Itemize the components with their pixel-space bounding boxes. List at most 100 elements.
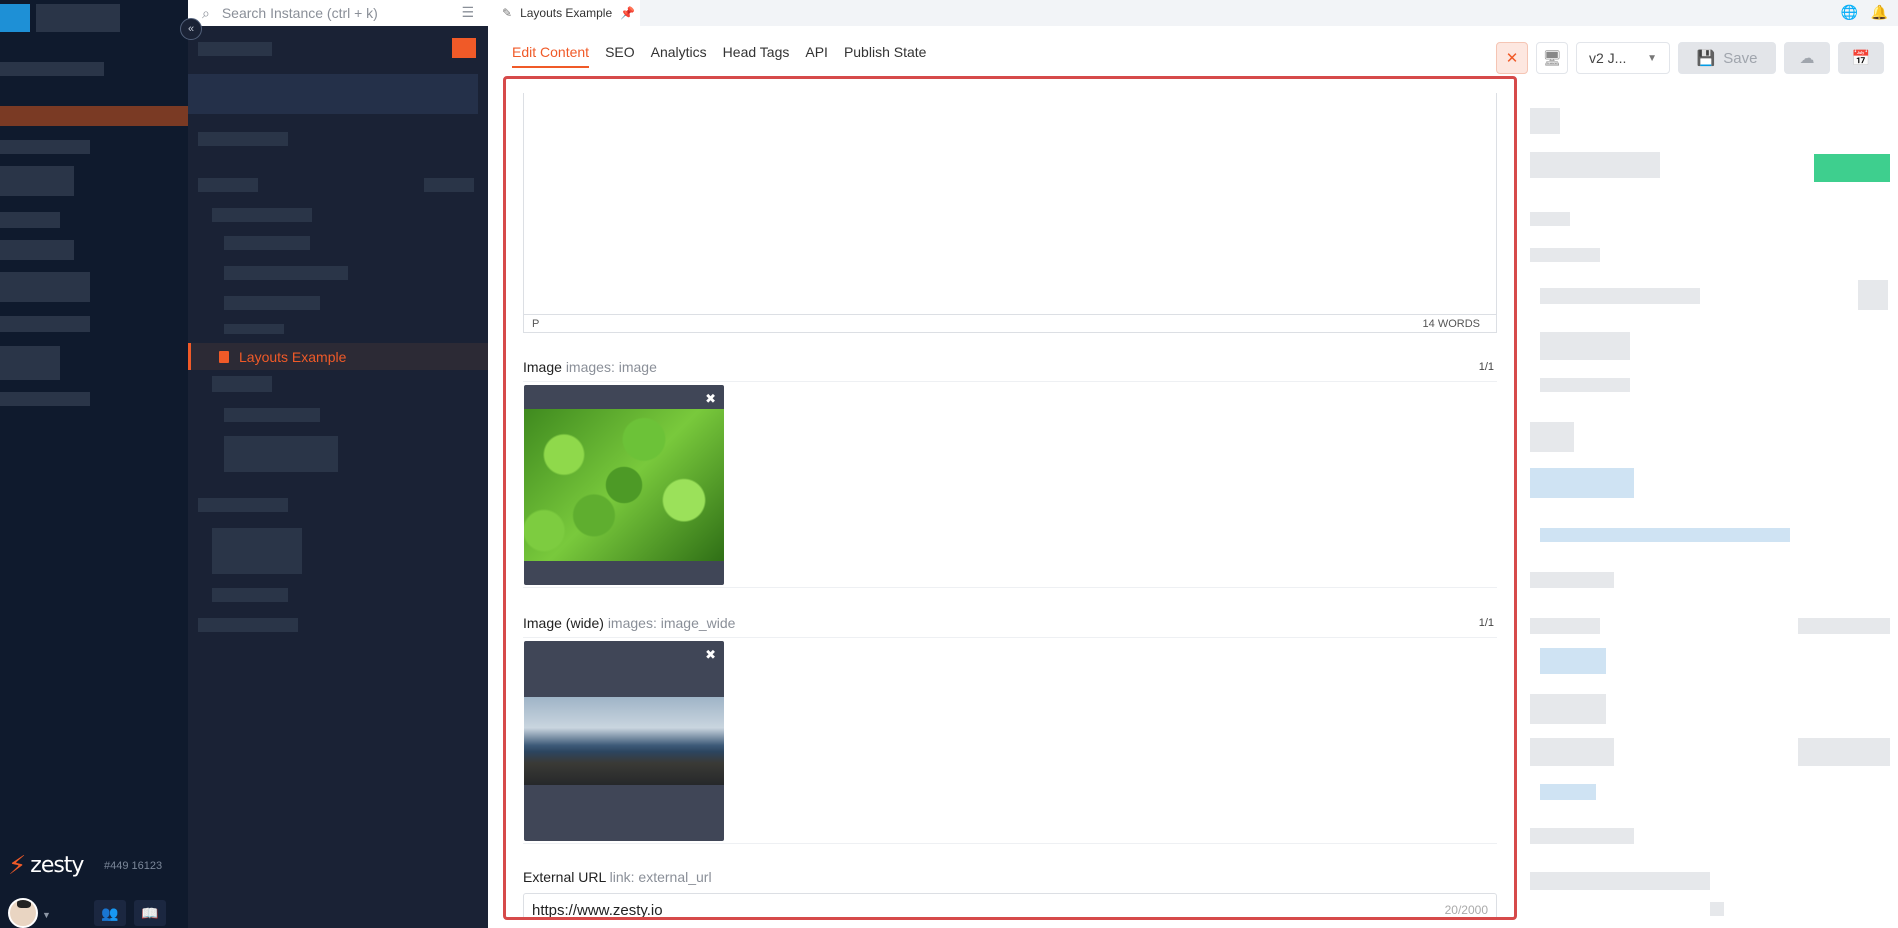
field-title: Image (wide) <box>523 615 604 631</box>
url-value: https://www.zesty.io <box>532 901 663 919</box>
blurred-tree-item[interactable] <box>212 588 288 602</box>
remove-image-button[interactable]: ✖ <box>705 647 716 663</box>
blurred-tree-item[interactable] <box>198 132 288 146</box>
close-button[interactable]: ✕ <box>1496 42 1528 74</box>
blurred-panel-item <box>1858 280 1888 310</box>
blurred-tree-item[interactable] <box>224 324 284 334</box>
blurred-nav-item[interactable] <box>0 316 90 332</box>
blurred-panel-link[interactable] <box>1540 648 1606 674</box>
blurred-tree-item[interactable] <box>224 296 320 310</box>
image-thumbnail[interactable]: ✖ <box>524 385 724 585</box>
rich-text-editor[interactable]: P 14 WORDS <box>523 93 1497 333</box>
blurred-tree-item[interactable] <box>224 266 348 280</box>
blurred-tree-item[interactable] <box>224 236 310 250</box>
collapse-sidebar-button[interactable]: « <box>180 18 202 40</box>
blurred-nav-item[interactable] <box>0 272 90 302</box>
blurred-nav-item[interactable] <box>0 4 30 32</box>
filter-icon[interactable]: ☰ <box>461 4 474 21</box>
chevrons-left-icon: « <box>187 23 195 35</box>
tab-seo[interactable]: SEO <box>605 44 635 68</box>
rte-element-path[interactable]: P <box>532 318 539 330</box>
image-wide-field-label: Image (wide) images: image_wide <box>523 615 735 631</box>
blurred-tree-item[interactable] <box>188 74 478 114</box>
external-url-field-label: External URL link: external_url <box>523 869 712 885</box>
blurred-tree-item[interactable] <box>198 178 258 192</box>
search-icon: ⌕ <box>202 4 210 21</box>
tab-api[interactable]: API <box>805 44 828 68</box>
blurred-nav-item[interactable] <box>0 166 74 196</box>
blurred-panel-link[interactable] <box>1540 784 1596 800</box>
blurred-panel-item <box>1530 212 1570 226</box>
blurred-panel-item <box>1530 108 1560 134</box>
image-field-label: Image images: image <box>523 359 657 375</box>
blurred-panel-item <box>1530 422 1574 452</box>
rte-status-bar: P 14 WORDS <box>524 314 1496 332</box>
invite-user-button[interactable]: 👥 <box>94 900 126 926</box>
external-url-input[interactable]: https://www.zesty.io 20/2000 <box>523 893 1497 919</box>
blurred-panel-link[interactable] <box>1540 528 1790 542</box>
blurred-panel-item <box>1798 738 1890 766</box>
search-bar[interactable]: ⌕ Search Instance (ctrl + k) ☰ <box>188 0 488 26</box>
blurred-panel-item <box>1710 902 1724 916</box>
blurred-nav-item[interactable] <box>0 106 188 126</box>
blurred-panel-item <box>1798 618 1890 634</box>
avatar[interactable] <box>8 898 38 928</box>
blurred-tree-item[interactable] <box>198 498 288 512</box>
tree-item-layouts-example[interactable]: Layouts Example <box>188 343 488 370</box>
blurred-tree-item[interactable] <box>224 436 338 472</box>
blurred-tree-item[interactable] <box>224 408 320 422</box>
globe-icon[interactable]: 🌐 <box>1841 4 1858 21</box>
remove-image-button[interactable]: ✖ <box>705 391 716 407</box>
blurred-panel-item <box>1530 152 1660 178</box>
blurred-panel-item <box>1530 618 1600 634</box>
zesty-logo[interactable]: ⚡ zesty <box>8 852 84 878</box>
field-reference: link: external_url <box>609 869 712 885</box>
blurred-panel-item <box>1530 694 1606 724</box>
bell-icon[interactable]: 🔔 <box>1871 4 1888 21</box>
blurred-tree-item[interactable] <box>198 42 272 56</box>
content-subnav: Edit Content SEO Analytics Head Tags API… <box>512 44 926 68</box>
zesty-wordmark: zesty <box>30 852 84 878</box>
blurred-tree-item[interactable] <box>424 178 474 192</box>
tab-analytics[interactable]: Analytics <box>651 44 707 68</box>
blurred-nav-item[interactable] <box>0 346 60 380</box>
tree-badge[interactable] <box>452 38 476 58</box>
blurred-nav-item[interactable] <box>0 212 60 228</box>
preview-button[interactable]: 🖥 <box>1536 42 1568 74</box>
blurred-tree-item[interactable] <box>198 618 298 632</box>
content-tree: ⌕ Search Instance (ctrl + k) ☰ <box>188 0 488 928</box>
blurred-panel-item <box>1530 738 1614 766</box>
content-editor: P 14 WORDS Image images: image 1/1 ✖ Ima… <box>503 76 1517 920</box>
blurred-tree-item[interactable] <box>212 208 312 222</box>
tab-publish-state[interactable]: Publish State <box>844 44 927 68</box>
save-button[interactable]: 💾 Save <box>1678 42 1776 74</box>
blurred-panel-item <box>1530 872 1710 890</box>
file-icon <box>219 350 229 363</box>
blurred-nav-item[interactable] <box>0 62 104 76</box>
docs-button[interactable]: 📖 <box>134 900 166 926</box>
blurred-tree-item[interactable] <box>212 528 302 574</box>
item-details-panel <box>1520 76 1898 928</box>
tab-label: Layouts Example <box>520 6 613 20</box>
blurred-nav-item[interactable] <box>0 140 90 154</box>
search-input[interactable]: Search Instance (ctrl + k) <box>222 5 378 21</box>
close-icon: ✕ <box>1505 50 1519 67</box>
version-select[interactable]: v2 J... ▼ <box>1576 42 1670 74</box>
tab-head-tags[interactable]: Head Tags <box>723 44 790 68</box>
char-count: 20/2000 <box>1444 903 1488 917</box>
add-user-icon: 👥 <box>101 904 119 921</box>
tab-layouts-example[interactable]: ✎ Layouts Example 📌 <box>488 0 640 26</box>
blurred-tree-item[interactable] <box>212 376 272 392</box>
version-value: v2 J... <box>1589 50 1627 66</box>
chevron-down-icon[interactable]: ▼ <box>42 910 51 920</box>
item-actions: ✕ 🖥 v2 J... ▼ 💾 Save ☁ 📅 <box>1496 42 1884 74</box>
tab-edit-content[interactable]: Edit Content <box>512 44 590 68</box>
publish-button[interactable]: ☁ <box>1784 42 1830 74</box>
image-wide-thumbnail[interactable]: ✖ <box>524 641 724 841</box>
schedule-button[interactable]: 📅 <box>1838 42 1884 74</box>
pin-icon[interactable]: 📌 <box>620 6 635 20</box>
blurred-panel-link[interactable] <box>1530 468 1634 498</box>
blurred-nav-item[interactable] <box>0 392 90 406</box>
blurred-nav-item[interactable] <box>0 240 74 260</box>
blurred-nav-item[interactable] <box>36 4 120 32</box>
